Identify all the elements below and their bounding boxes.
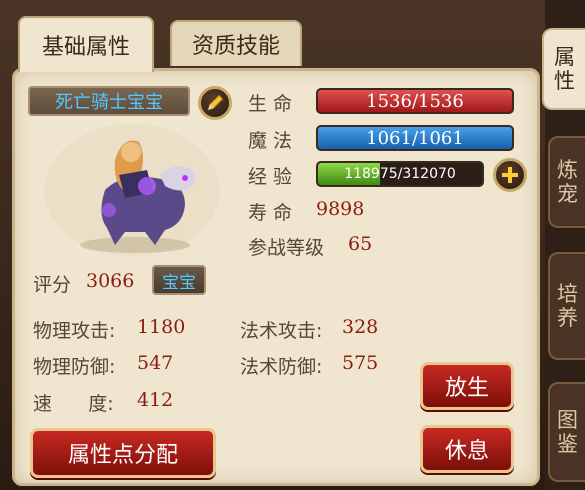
- phys-atk-value: 1180: [137, 316, 186, 338]
- life-value: 9898: [316, 198, 365, 220]
- mag-def-label: 法术防御:: [240, 356, 323, 378]
- mag-atk-label: 法术攻击:: [240, 320, 323, 342]
- hp-label: 生 命: [248, 93, 293, 115]
- battle-level-value: 65: [348, 233, 373, 255]
- exp-bar: 118975/312070: [316, 161, 484, 187]
- mag-def-value: 575: [342, 352, 379, 374]
- baby-badge: 宝宝: [152, 265, 206, 295]
- allocate-points-button[interactable]: 属性点分配: [30, 428, 216, 478]
- side-tab-collection[interactable]: 图鉴: [548, 382, 585, 482]
- side-tab-attributes[interactable]: 属性: [542, 28, 585, 110]
- life-label: 寿 命: [248, 202, 293, 224]
- side-tab-refine[interactable]: 炼宠: [548, 136, 585, 228]
- phys-def-label: 物理防御:: [33, 356, 116, 378]
- battle-level-label: 参战等级: [248, 237, 325, 259]
- tab-aptitude-skills[interactable]: 资质技能: [170, 20, 302, 66]
- phys-atk-label: 物理攻击:: [33, 320, 116, 342]
- mp-label: 魔 法: [248, 130, 293, 152]
- tab-basic-attributes[interactable]: 基础属性: [18, 16, 154, 72]
- pencil-icon[interactable]: [198, 86, 232, 120]
- exp-value: 118975/312070: [344, 166, 456, 182]
- speed-label: 速 度:: [33, 393, 114, 415]
- pet-name-plate: 死亡骑士宝宝: [28, 86, 190, 116]
- mp-bar: 1061/1061: [316, 125, 514, 151]
- exp-label: 经 验: [248, 166, 293, 188]
- phys-def-value: 547: [137, 352, 174, 374]
- side-tab-train[interactable]: 培养: [548, 252, 585, 360]
- pet-portrait: [44, 124, 220, 256]
- plus-icon[interactable]: [493, 158, 527, 192]
- rest-button[interactable]: 休息: [420, 425, 514, 473]
- hp-bar: 1536/1536: [316, 88, 514, 114]
- score-label: 评分: [33, 274, 72, 296]
- release-button[interactable]: 放生: [420, 362, 514, 410]
- plus-icon-shape: [502, 167, 518, 183]
- mag-atk-value: 328: [342, 316, 379, 338]
- score-value: 3066: [86, 270, 135, 292]
- speed-value: 412: [137, 389, 174, 411]
- pencil-icon-shape: [207, 94, 224, 111]
